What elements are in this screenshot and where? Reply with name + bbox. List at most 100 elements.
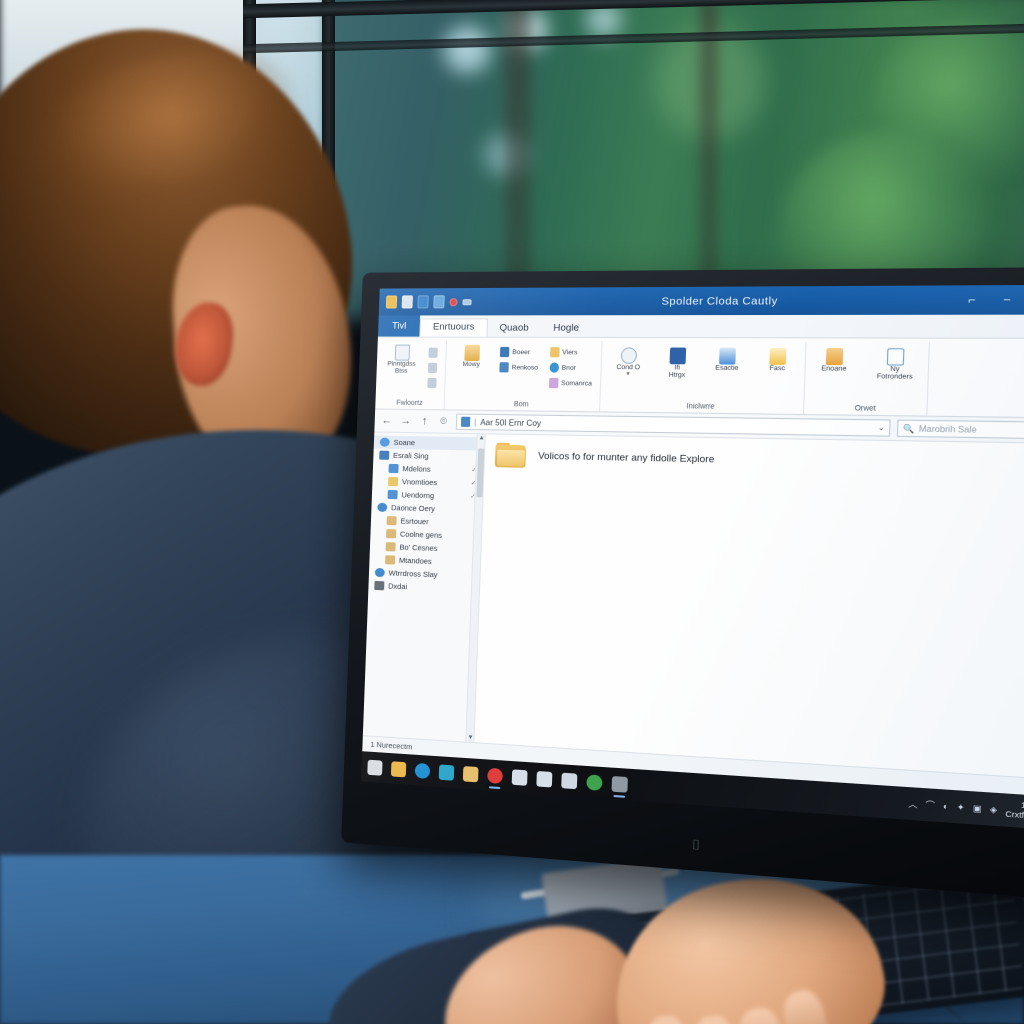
shield-icon[interactable]: ◈ [990, 804, 998, 814]
quick-access-toolbar[interactable] [379, 295, 472, 309]
monitor-brand-logo: ⌷ [691, 836, 702, 853]
ribbon-button-label: Mowy [462, 360, 480, 369]
monitor: ⌷ Spolder Cloda Cautly ⌐ − Tivl Enrtuour… [341, 266, 1024, 903]
ribbon-button-easy-access[interactable]: Cond O ▾ [608, 347, 649, 379]
ribbon-button-history[interactable]: Enoane [812, 348, 855, 373]
minimize-button[interactable]: − [989, 285, 1024, 315]
app-icon[interactable] [611, 775, 628, 793]
navigation-pane: Soane Esrali Sing Mdelons ✓ Vnomtioes ✓ Uendor… [362, 432, 486, 743]
recent-locations-button[interactable]: ⌾ [437, 415, 450, 428]
system-tray: ︿ ⌒ ◐ ✦ ▣ ◈ 16:49 Crxtfeyos [908, 794, 1024, 824]
ribbon-button-properties[interactable]: Ifi Htrgx [656, 347, 698, 380]
quick-access-icon [379, 437, 390, 447]
ribbon-button-delete[interactable]: Boeer [498, 346, 541, 358]
ribbon-group-select: Enoane Ny Fotronders Orwet [804, 341, 931, 416]
properties-icon[interactable] [401, 295, 413, 309]
chevron-down-icon[interactable]: ▾ [626, 372, 629, 379]
scrollbar-thumb[interactable] [476, 448, 485, 498]
ribbon-button-label: Ny Fotronders [876, 365, 913, 382]
ribbon-button-paste[interactable] [426, 362, 439, 374]
folder-icon [494, 442, 527, 468]
ribbon-button-edit[interactable]: Fasc [756, 347, 799, 373]
ribbon-group-label: Iniclwrre [686, 403, 715, 411]
volume-icon[interactable]: ◐ [943, 801, 949, 811]
ribbon-button-label: Ifi Htrgx [668, 364, 686, 380]
arc-icon[interactable] [511, 768, 528, 786]
ribbon-button-move[interactable]: Mowy [452, 344, 491, 369]
undo-icon[interactable] [417, 295, 429, 309]
chevron-down-icon[interactable]: ⌄ [878, 424, 885, 433]
save-icon[interactable] [385, 295, 398, 309]
delete-icon [499, 346, 510, 358]
ribbon-button-label: Viers [562, 348, 578, 356]
ribbon-button-new-folder[interactable]: Viers [548, 346, 596, 359]
ribbon-button-new-item[interactable]: Bnor [547, 361, 595, 374]
store-icon[interactable] [462, 765, 479, 782]
tab-file[interactable]: Tivl [377, 315, 421, 337]
clock-date: Crxtfeyos [1005, 808, 1024, 822]
chrome-icon[interactable] [586, 773, 603, 791]
ribbon-group-label: Fwloortz [396, 399, 423, 408]
back-button[interactable]: ← [380, 415, 393, 427]
record-icon[interactable] [449, 297, 458, 306]
search-icon: 🔍 [902, 423, 915, 434]
scroll-down-icon[interactable]: ▼ [467, 735, 473, 742]
ribbon-button-shortcut[interactable]: Somanrca [546, 377, 594, 390]
grid-icon[interactable] [561, 772, 578, 789]
folder-blue-icon [388, 463, 399, 474]
clock[interactable]: 16:49 Crxtfeyos [1005, 800, 1024, 823]
sidebar-item-label: Esrali Sing [392, 450, 429, 461]
up-button[interactable]: ↑ [418, 415, 431, 427]
scroll-up-icon[interactable]: ▲ [478, 435, 484, 441]
redo-icon[interactable] [433, 295, 445, 309]
sidebar-item-label: Uendorng [401, 490, 435, 501]
sidebar-item-label: Wtrrdross Slay [388, 568, 438, 580]
headset-icon[interactable]: ⌒ [925, 799, 935, 812]
chevron-up-icon[interactable]: ︿ [908, 797, 918, 810]
ribbon-group-organize: Mowy Boeer Renkoso Viers Bnor Somanrca B… [444, 340, 603, 412]
wand-icon [620, 347, 637, 365]
ribbon-button-copy[interactable] [426, 347, 439, 359]
file-list-pane[interactable]: Volicos fo for munter any fidolle Explor… [474, 434, 1024, 781]
ribbon-button-rename[interactable]: Renkoso [497, 361, 540, 374]
file-explorer-icon[interactable] [390, 760, 407, 777]
window-controls: ⌐ − ▢ ✕ [954, 285, 1024, 315]
tab-share[interactable]: Quaob [487, 320, 541, 337]
onedrive-icon [379, 450, 390, 460]
rename-icon [499, 362, 509, 373]
edge-icon[interactable] [414, 762, 431, 779]
ribbon-group-clipboard: Pinntgdss Btss Fwloortz [375, 340, 448, 410]
sidebar-list: Soane Esrali Sing Mdelons ✓ Vnomtioes ✓ Uendor… [368, 435, 485, 596]
folder-yellow-icon [388, 476, 399, 487]
select-all-icon [886, 348, 905, 366]
search-box[interactable]: 🔍 Marobrih Sale ↗ [896, 419, 1024, 440]
ribbon-button-label: Renkoso [511, 363, 539, 372]
address-bar-value: Aar 50I Ernr Coy [480, 417, 542, 428]
ribbon-group-label: Orwet [854, 405, 876, 413]
battery-icon[interactable]: ▣ [973, 803, 982, 814]
tab-home[interactable]: Enrtuours [419, 317, 488, 337]
seven-icon[interactable] [536, 770, 553, 787]
mail-icon[interactable] [438, 763, 455, 781]
network-icon[interactable]: ✦ [957, 802, 965, 812]
sidebar-item-label: Soane [393, 437, 416, 448]
start-icon[interactable] [367, 759, 383, 776]
record-icon[interactable] [487, 767, 504, 784]
tab-view[interactable]: Hogle [541, 320, 592, 337]
ribbon-button-pin[interactable]: Pinntgdss Btss [382, 344, 421, 376]
new-item-icon [549, 362, 559, 373]
customize-chevron-icon[interactable] [462, 298, 472, 305]
ribbon-button-select-all[interactable]: Ny Fotronders [868, 348, 922, 382]
file-explorer-window: Spolder Cloda Cautly ⌐ − ▢ ✕ Tivl Enrtuo… [361, 284, 1024, 832]
open-icon [718, 347, 736, 365]
sidebar-item-label: Daonce Oery [390, 503, 436, 514]
ribbon-button-open[interactable]: Esactie [706, 347, 748, 373]
move-to-icon [463, 344, 480, 362]
help-button[interactable]: ⌐ [954, 285, 990, 315]
list-item[interactable]: Volicos fo for munter any fidolle Explor… [494, 442, 1024, 480]
ribbon-button-cut[interactable] [425, 377, 438, 389]
forward-button[interactable]: → [399, 415, 412, 427]
ribbon-button-label: Enoane [821, 365, 847, 373]
paste-icon [427, 362, 438, 373]
address-bar[interactable]: | Aar 50I Ernr Coy ⌄ [455, 413, 891, 437]
